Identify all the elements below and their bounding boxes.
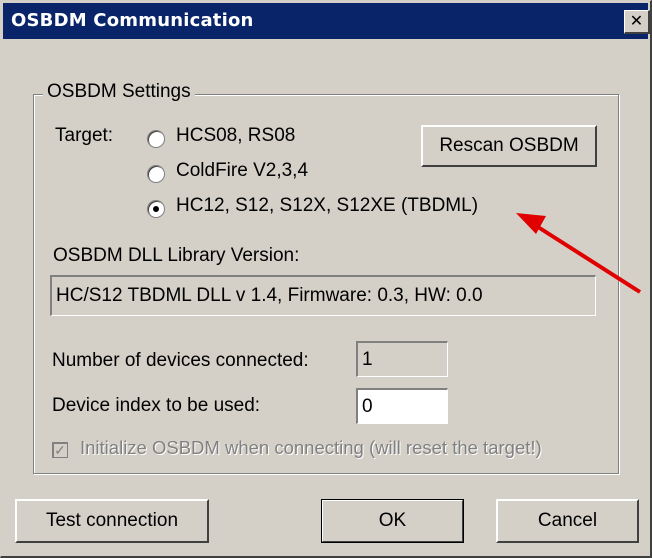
device-index-input[interactable]: 0 [356, 388, 448, 424]
device-index-label: Device index to be used: [52, 395, 261, 416]
radio-coldfire[interactable] [147, 165, 165, 183]
rescan-osbdm-button[interactable]: Rescan OSBDM [421, 125, 597, 167]
devices-connected-label: Number of devices connected: [52, 350, 309, 371]
title-bar[interactable]: OSBDM Communication ✕ [3, 3, 650, 39]
dll-version-field: HC/S12 TBDML DLL v 1.4, Firmware: 0.3, H… [50, 275, 596, 316]
dialog-window: OSBDM Communication ✕ OSBDM Settings Tar… [0, 0, 652, 558]
window-title: OSBDM Communication [11, 10, 254, 31]
initialize-checkbox[interactable]: ✓ [52, 442, 68, 458]
initialize-checkbox-label[interactable]: Initialize OSBDM when connecting (will r… [80, 437, 542, 459]
cancel-button[interactable]: Cancel [496, 499, 639, 543]
ok-button[interactable]: OK [321, 499, 464, 543]
radio-hc12-label[interactable]: HC12, S12, S12X, S12XE (TBDML) [176, 195, 478, 217]
dll-version-label: OSBDM DLL Library Version: [53, 245, 300, 266]
radio-hcs08-label[interactable]: HCS08, RS08 [176, 125, 295, 147]
devices-connected-field: 1 [356, 341, 448, 377]
test-connection-button[interactable]: Test connection [15, 499, 209, 543]
close-icon[interactable]: ✕ [624, 10, 650, 34]
target-label: Target: [55, 125, 114, 146]
radio-hc12[interactable] [147, 200, 165, 218]
radio-hcs08[interactable] [147, 130, 165, 148]
settings-group-label: OSBDM Settings [43, 81, 195, 103]
radio-coldfire-label[interactable]: ColdFire V2,3,4 [176, 160, 308, 182]
